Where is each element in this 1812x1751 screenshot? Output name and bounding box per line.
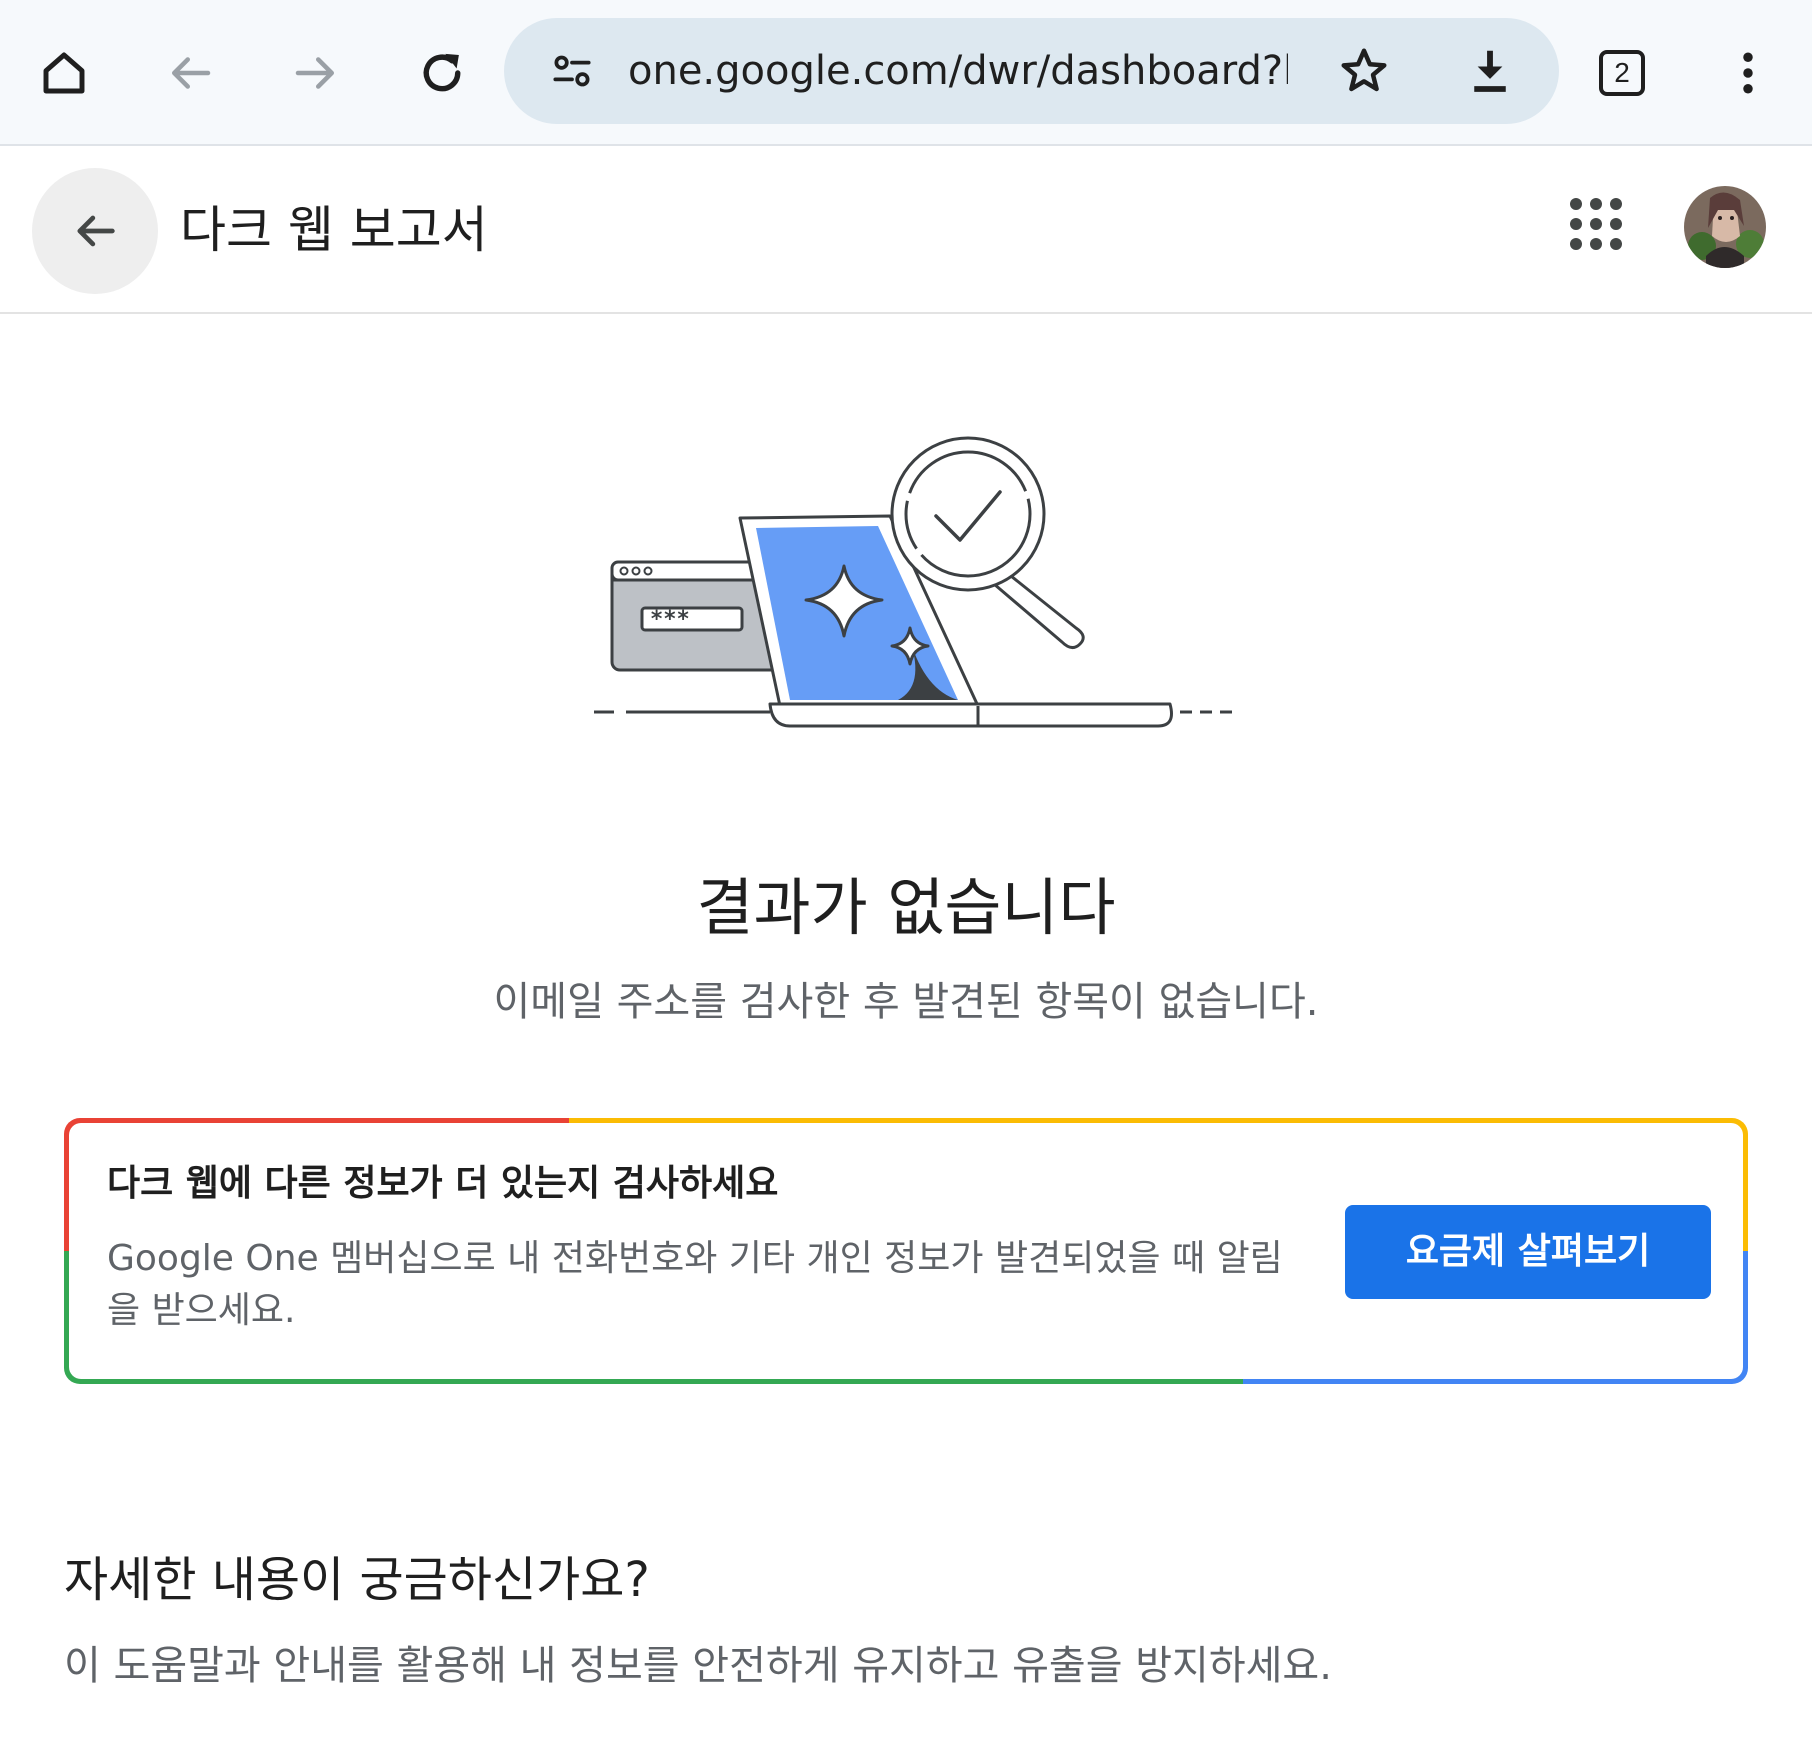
bookmark-star-icon[interactable] [1324,31,1404,111]
forward-arrow-icon[interactable] [276,33,356,113]
address-bar[interactable]: one.google.com/dwr/dashboard?hl= [504,18,1559,124]
result-title: 결과가 없습니다 [696,871,1116,944]
tab-count: 2 [1599,50,1645,96]
site-settings-icon[interactable] [532,31,612,111]
url-text[interactable]: one.google.com/dwr/dashboard?hl= [628,44,1288,98]
explore-plans-button[interactable]: 요금제 살펴보기 [1345,1205,1711,1299]
learn-more-description: 이 도움말과 안내를 활용해 내 정보를 안전하게 유지하고 유출을 방지하세요… [64,1643,1332,1689]
back-arrow-icon[interactable] [150,33,230,113]
browser-toolbar: one.google.com/dwr/dashboard?hl= 2 [0,0,1812,146]
download-icon[interactable] [1450,31,1530,111]
back-button[interactable] [32,168,158,294]
result-subtitle: 이메일 주소를 검사한 후 발견된 항목이 없습니다. [493,979,1319,1025]
avatar[interactable] [1684,186,1766,268]
learn-more-title: 자세한 내용이 궁금하신가요? [64,1552,650,1608]
overflow-menu-icon[interactable] [1708,33,1788,113]
promo-card-body: 다크 웹에 다른 정보가 더 있는지 검사하세요 Google One 멤버십으… [69,1123,1743,1379]
reload-icon[interactable] [402,33,482,113]
promo-card: 다크 웹에 다른 정보가 더 있는지 검사하세요 Google One 멤버십으… [64,1118,1748,1384]
promo-description: Google One 멤버십으로 내 전화번호와 기타 개인 정보가 발견되었을… [107,1238,1283,1331]
password-mask: *** [650,607,690,632]
back-arrow-icon [77,215,115,247]
apps-grid-icon[interactable] [1570,198,1634,262]
page-title: 다크 웹 보고서 [180,201,488,259]
app-header: 다크 웹 보고서 [0,148,1812,314]
tab-switcher-icon[interactable]: 2 [1582,33,1662,113]
promo-title: 다크 웹에 다른 정보가 더 있는지 검사하세요 [107,1163,779,1204]
no-results-illustration: *** [580,430,1240,740]
home-icon[interactable] [24,33,104,113]
